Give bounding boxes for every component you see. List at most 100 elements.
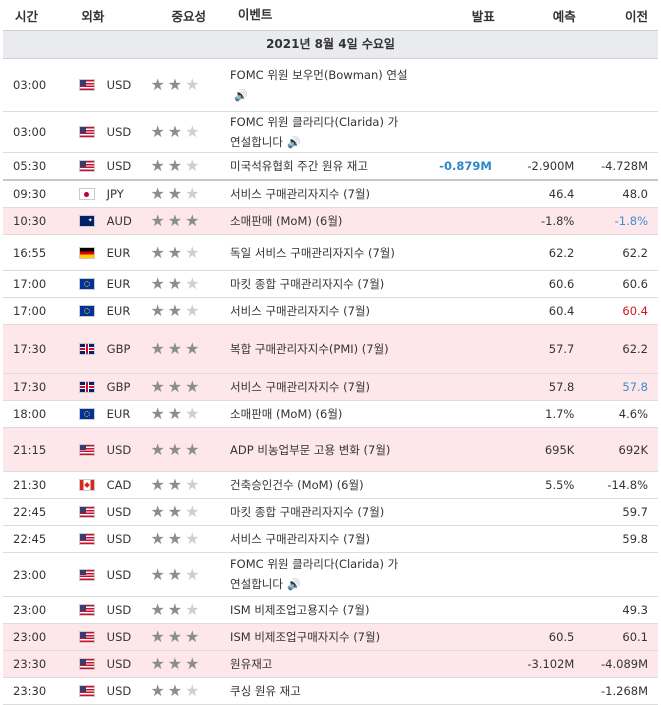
event-forecast: -2.900M bbox=[527, 159, 575, 173]
table-row[interactable]: 05:30 USD ★ ★ ★ 미국석유협회 주간 원유 재고 -0.879M -2.900M… bbox=[3, 153, 658, 181]
importance-stars: ★ ★ ★ bbox=[150, 406, 230, 422]
star-icon: ★ bbox=[167, 564, 183, 584]
star-icon: ★ bbox=[167, 242, 183, 262]
event-title[interactable]: 서비스 구매관리자지수 (7월) bbox=[230, 377, 409, 397]
table-row[interactable]: 09:30 JPY ★ ★ ★ 서비스 구매관리자지수 (7월) 46.4 48.0 bbox=[3, 181, 658, 208]
table-row[interactable]: 18:00 EUR ★ ★ ★ 소매판매 (MoM) (6월) 1.7% 4.6% bbox=[3, 401, 658, 428]
star-icon: ★ bbox=[167, 654, 183, 673]
event-title[interactable]: 복합 구매관리자지수(PMI) (7월) bbox=[230, 339, 409, 359]
importance-stars: ★ ★ ★ bbox=[150, 683, 230, 699]
us-flag-icon bbox=[78, 631, 95, 643]
event-title[interactable]: FOMC 위원 클라리다(Clarida) 가 연설합니다 🔊 bbox=[230, 554, 409, 595]
event-currency: AUD bbox=[106, 214, 132, 228]
us-flag-icon bbox=[78, 568, 95, 581]
event-time: 21:15 bbox=[13, 442, 47, 457]
table-row[interactable]: 23:30 USD ★ ★ ★ 쿠싱 원유 재고 -1.268M bbox=[3, 678, 658, 705]
event-title[interactable]: 서비스 구매관리자지수 (7월) bbox=[230, 301, 409, 321]
event-title[interactable]: 마킷 종합 구매관리자지수 (7월) bbox=[230, 502, 409, 522]
importance-stars: ★ ★ ★ bbox=[150, 303, 230, 319]
table-row[interactable]: 23:00 USD ★ ★ ★ FOMC 위원 클라리다(Clarida) 가 연설합니다… bbox=[3, 553, 658, 597]
event-currency: USD bbox=[106, 684, 132, 698]
event-rows: 03:00 USD ★ ★ ★ FOMC 위원 보우먼(Bowman) 연설🔊 03:00 U… bbox=[3, 59, 658, 705]
star-icon: ★ bbox=[185, 122, 200, 141]
event-title[interactable]: 마킷 종합 구매관리자지수 (7월) bbox=[230, 274, 409, 294]
event-title[interactable]: 미국석유협회 주간 원유 재고 bbox=[230, 156, 409, 176]
event-forecast: 60.6 bbox=[548, 277, 575, 291]
importance-stars: ★ ★ ★ bbox=[150, 77, 230, 93]
star-icon: ★ bbox=[185, 502, 200, 521]
event-title[interactable]: 독일 서비스 구매관리자지수 (7월) bbox=[230, 243, 409, 263]
event-time: 17:30 bbox=[13, 380, 47, 394]
us-flag-icon bbox=[78, 506, 95, 518]
event-title[interactable]: 소매판매 (MoM) (6월) bbox=[230, 211, 409, 231]
event-time: 23:00 bbox=[13, 630, 47, 644]
table-row[interactable]: 10:30AUD★★★소매판매 (MoM) (6월)-1.8%-1.8% bbox=[3, 208, 658, 235]
table-row[interactable]: 21:15 USD ★ ★ ★ ADP 비농업부문 고용 변화 (7월) 695K 692K bbox=[3, 428, 658, 472]
event-time: 21:30 bbox=[13, 478, 47, 492]
event-title[interactable]: ADP 비농업부문 고용 변화 (7월) bbox=[230, 440, 409, 460]
star-icon: ★ bbox=[150, 502, 165, 521]
importance-stars: ★ ★ ★ bbox=[150, 656, 230, 672]
star-icon: ★ bbox=[167, 75, 183, 94]
event-currency: USD bbox=[106, 505, 132, 519]
star-icon: ★ bbox=[150, 654, 165, 673]
event-title[interactable]: 건축승인건수 (MoM) (6월) bbox=[230, 475, 409, 495]
importance-stars: ★ ★ ★ bbox=[150, 441, 230, 458]
star-icon: ★ bbox=[150, 122, 165, 141]
table-row[interactable]: 03:00 USD ★ ★ ★ FOMC 위원 클라리다(Clarida) 가 연설합니다… bbox=[3, 112, 658, 153]
us-flag-icon bbox=[78, 443, 95, 456]
event-title[interactable]: FOMC 위원 클라리다(Clarida) 가 연설합니다 🔊 bbox=[230, 112, 409, 153]
event-title[interactable]: 서비스 구매관리자지수 (7월) bbox=[230, 529, 409, 549]
table-row[interactable]: 17:30 GBP ★ ★ ★ 서비스 구매관리자지수 (7월) 57.8 57.8 bbox=[3, 374, 658, 401]
table-row[interactable]: 23:00 USD ★ ★ ★ ISM 비제조업고용지수 (7월) 49.3 bbox=[3, 597, 658, 624]
event-previous: -1.268M bbox=[601, 684, 648, 698]
table-row[interactable]: 17:00 EUR ★ ★ ★ 마킷 종합 구매관리자지수 (7월) 60.6 60.6 bbox=[3, 271, 658, 298]
event-previous: -1.8% bbox=[614, 214, 648, 228]
event-title[interactable]: 소매판매 (MoM) (6월) bbox=[230, 404, 409, 424]
event-previous: 4.6% bbox=[618, 407, 648, 421]
table-row[interactable]: 03:00 USD ★ ★ ★ FOMC 위원 보우먼(Bowman) 연설🔊 bbox=[3, 59, 658, 112]
star-icon: ★ bbox=[167, 600, 183, 619]
table-row[interactable]: 23:00 USD ★ ★ ★ ISM 비제조업구매자지수 (7월) 60.5 60.1 bbox=[3, 624, 658, 651]
event-currency: GBP bbox=[106, 380, 131, 394]
importance-stars: ★ ★ ★ bbox=[150, 564, 230, 584]
table-row[interactable]: 17:00 EUR ★ ★ ★ 서비스 구매관리자지수 (7월) 60.4 60.4 bbox=[3, 298, 658, 325]
table-row[interactable]: 21:30 CAD ★ ★ ★ 건축승인건수 (MoM) (6월) 5.5% -14.8% bbox=[3, 472, 658, 499]
importance-stars: ★ ★ ★ bbox=[150, 629, 230, 645]
event-title[interactable]: 원유재고 bbox=[230, 654, 409, 674]
table-row[interactable]: 16:55 EUR ★ ★ ★ 독일 서비스 구매관리자지수 (7월) 62.2 62.2 bbox=[3, 235, 658, 271]
star-icon: ★ bbox=[185, 475, 200, 494]
event-time: 03:00 bbox=[13, 78, 47, 92]
event-title[interactable]: FOMC 위원 보우먼(Bowman) 연설🔊 bbox=[230, 65, 409, 106]
event-previous: -4.728M bbox=[601, 159, 648, 173]
event-title[interactable]: ISM 비제조업고용지수 (7월) bbox=[230, 600, 409, 620]
event-time: 05:30 bbox=[13, 159, 47, 173]
star-icon: ★ bbox=[150, 377, 165, 396]
event-forecast: -3.102M bbox=[527, 657, 575, 671]
event-previous: 692K bbox=[618, 442, 649, 457]
star-icon: ★ bbox=[185, 184, 200, 203]
event-title[interactable]: ISM 비제조업구매자지수 (7월) bbox=[230, 627, 409, 647]
event-currency: USD bbox=[106, 159, 132, 173]
event-time: 23:00 bbox=[13, 603, 47, 617]
table-row[interactable]: 23:30 USD ★ ★ ★ 원유재고 -3.102M -4.089M bbox=[3, 651, 658, 678]
table-row[interactable]: 22:45 USD ★ ★ ★ 마킷 종합 구매관리자지수 (7월) 59.7 bbox=[3, 499, 658, 526]
event-previous: 48.0 bbox=[622, 187, 648, 201]
table-row[interactable]: 22:45 USD ★ ★ ★ 서비스 구매관리자지수 (7월) 59.8 bbox=[3, 526, 658, 553]
star-icon: ★ bbox=[167, 377, 183, 396]
event-forecast: 1.7% bbox=[545, 407, 575, 421]
star-icon: ★ bbox=[150, 301, 165, 320]
event-forecast: 57.8 bbox=[548, 380, 575, 394]
star-icon: ★ bbox=[185, 529, 200, 548]
star-icon: ★ bbox=[167, 184, 183, 203]
event-currency: GBP bbox=[106, 342, 131, 356]
star-icon: ★ bbox=[150, 564, 165, 584]
header-previous: 이전 bbox=[624, 8, 648, 24]
star-icon: ★ bbox=[167, 681, 183, 700]
event-title[interactable]: 쿠싱 원유 재고 bbox=[230, 681, 409, 701]
table-row[interactable]: 17:30 GBP ★ ★ ★ 복합 구매관리자지수(PMI) (7월) 57.7 62.2 bbox=[3, 325, 658, 374]
event-currency: EUR bbox=[106, 277, 131, 291]
header-actual: 발표 bbox=[471, 8, 495, 24]
event-title[interactable]: 서비스 구매관리자지수 (7월) bbox=[230, 184, 409, 204]
table-header: 시간 외화 중요성 이벤트 발표 예측 이전 bbox=[3, 0, 658, 31]
